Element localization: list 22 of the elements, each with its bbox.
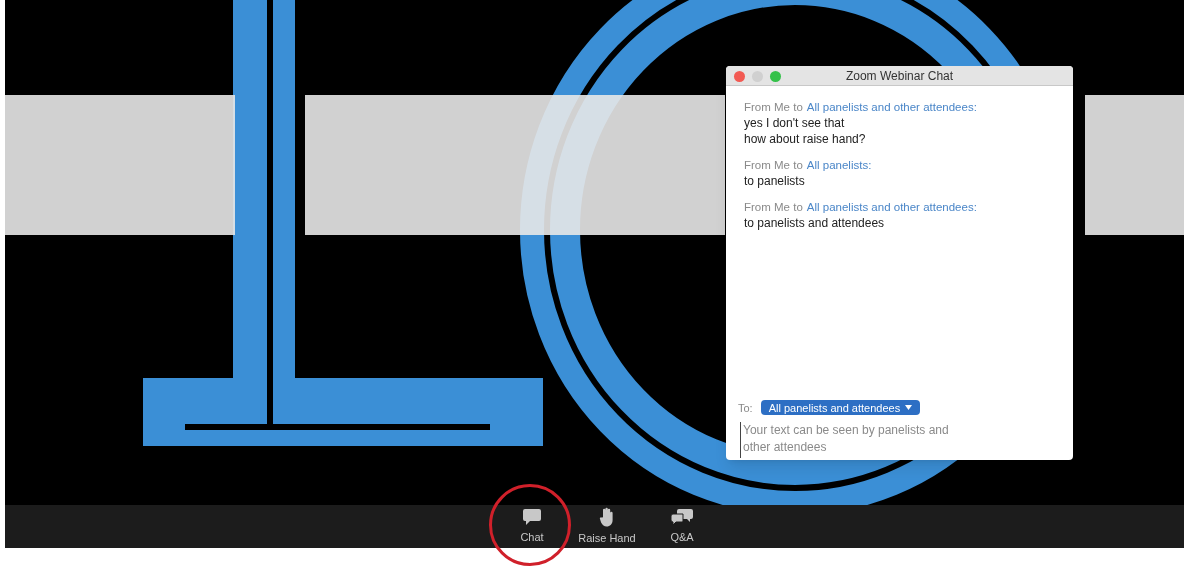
message-sender: From Me to <box>744 158 803 173</box>
recipient-dropdown[interactable]: All panelists and attendees <box>760 400 921 416</box>
toolbar-button[interactable]: Q&A <box>647 505 717 548</box>
message-recipient: All panelists: <box>806 158 872 173</box>
toolbar-button[interactable]: Raise Hand <box>572 505 642 548</box>
window-title: Zoom Webinar Chat <box>845 67 954 85</box>
to-label: To: <box>738 400 753 416</box>
message-text: to panelists <box>744 173 806 189</box>
message-recipient: All panelists and other attendees: <box>806 200 977 215</box>
message-text: yes I don't see that <box>744 115 846 131</box>
message-sender: From Me to <box>744 100 803 115</box>
zoom-icon[interactable] <box>770 71 781 82</box>
message-sender: From Me to <box>744 200 803 215</box>
message-recipient: All panelists and other attendees: <box>806 100 977 115</box>
message-text: to panelists and attendees <box>744 215 886 231</box>
speech-bubble-icon <box>522 507 542 526</box>
message-text: how about raise hand? <box>744 131 867 147</box>
close-icon[interactable] <box>734 71 745 82</box>
message-input[interactable]: Your text can be seen by panelists and other attendees <box>740 422 1059 458</box>
hand-icon <box>599 506 615 527</box>
caret-icon <box>905 405 913 411</box>
toolbar-button[interactable]: Chat <box>497 505 567 548</box>
